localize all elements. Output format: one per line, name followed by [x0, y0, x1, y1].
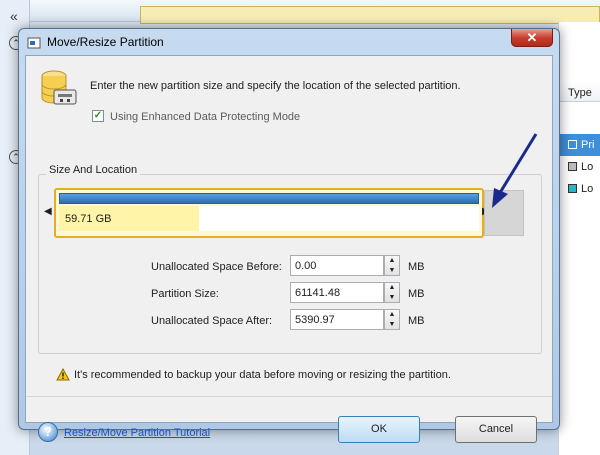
dialog-title: Move/Resize Partition [47, 35, 164, 49]
background-disk-bar [140, 6, 600, 24]
spin-down-icon[interactable]: ▼ [385, 266, 399, 276]
list-item[interactable]: Lo [560, 156, 600, 178]
enhanced-mode-label: Using Enhanced Data Protecting Mode [110, 111, 301, 123]
partition-size-input[interactable]: 61141.48 [290, 282, 384, 303]
move-resize-dialog: Move/Resize Partition ✕ Enter the new pa… [18, 28, 560, 443]
warning-icon [56, 368, 70, 381]
close-button[interactable]: ✕ [511, 29, 553, 47]
spin-up-icon[interactable]: ▲ [385, 283, 399, 293]
partition-size-label: 59.71 GB [65, 213, 112, 225]
group-label: Size And Location [46, 164, 141, 176]
unit-label: MB [408, 288, 425, 300]
dialog-body: Enter the new partition size and specify… [25, 55, 553, 443]
column-header-type[interactable]: Type [560, 82, 600, 102]
unallocated-before-label: Unallocated Space Before: [151, 261, 282, 273]
spin-down-icon[interactable]: ▼ [385, 293, 399, 303]
left-resize-handle-icon[interactable]: ◀ [44, 206, 52, 217]
annotation-arrow-icon [492, 133, 538, 208]
spin-down-icon[interactable]: ▼ [385, 320, 399, 330]
checkmark-icon: ✓ [93, 110, 103, 121]
partition-usage-bar [59, 193, 479, 204]
ok-button[interactable]: OK [338, 416, 420, 443]
partition-color-icon [568, 140, 577, 149]
collapse-chevron-icon[interactable]: « [10, 8, 18, 24]
partition-color-icon [568, 184, 577, 193]
spin-up-icon[interactable]: ▲ [385, 310, 399, 320]
help-icon[interactable]: ? [38, 422, 58, 442]
close-icon: ✕ [526, 30, 538, 45]
unit-label: MB [408, 261, 425, 273]
unallocated-after-label: Unallocated Space After: [151, 315, 273, 327]
unallocated-before-input[interactable]: 0.00 [290, 255, 384, 276]
cancel-button[interactable]: Cancel [455, 416, 537, 443]
list-item[interactable]: Pri [560, 134, 600, 156]
list-item-label: Pri [581, 139, 595, 151]
tutorial-link[interactable]: Resize/Move Partition Tutorial [64, 427, 210, 439]
intro-text: Enter the new partition size and specify… [90, 80, 461, 92]
partition-size-field-label: Partition Size: [151, 288, 219, 300]
divider [26, 396, 552, 397]
unallocated-before-stepper[interactable]: ▲ ▼ [384, 255, 400, 276]
partition-size-stepper[interactable]: ▲ ▼ [384, 282, 400, 303]
partition-color-icon [568, 162, 577, 171]
list-item-label: Lo [581, 161, 594, 173]
unallocated-after-input[interactable]: 5390.97 [290, 309, 384, 330]
unallocated-after-stepper[interactable]: ▲ ▼ [384, 309, 400, 330]
list-item[interactable]: Lo [560, 178, 600, 200]
list-item-label: Lo [581, 183, 594, 195]
spin-up-icon[interactable]: ▲ [385, 256, 399, 266]
unit-label: MB [408, 315, 425, 327]
partition-app-icon [27, 37, 41, 49]
backup-warning-text: It's recommended to backup your data bef… [74, 369, 451, 381]
database-icon [41, 70, 77, 105]
enhanced-mode-checkbox[interactable]: ✓ [92, 110, 104, 122]
partition-free-area [199, 206, 479, 231]
